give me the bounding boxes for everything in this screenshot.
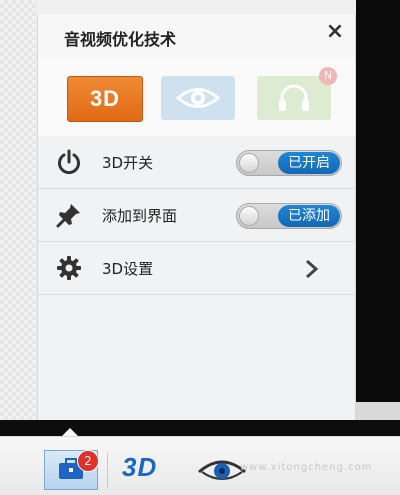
- notification-badge: 2: [77, 450, 99, 472]
- background-app-right: [356, 0, 400, 430]
- close-button[interactable]: ×: [323, 20, 347, 44]
- settings-list: 3D开关 已开启 添加到界面 已添加 3D设置: [38, 136, 355, 295]
- row-label: 3D设置: [102, 260, 154, 278]
- background-app-left: [0, 0, 37, 440]
- toggle-state-label: 已添加: [278, 205, 340, 227]
- headphones-icon: [279, 84, 309, 111]
- 3d-switch-toggle[interactable]: 已开启: [236, 150, 342, 176]
- eye-icon: [176, 88, 220, 108]
- gear-icon: [57, 256, 81, 280]
- taskbar-divider: [107, 452, 108, 488]
- row-3d-switch: 3D开关 已开启: [38, 136, 355, 189]
- power-icon: [58, 149, 80, 175]
- row-label: 添加到界面: [102, 207, 178, 225]
- row-3d-settings[interactable]: 3D设置: [38, 242, 355, 295]
- toggle-state-label: 已开启: [278, 152, 340, 174]
- toggle-knob: [239, 206, 259, 226]
- pin-icon: [56, 204, 80, 228]
- chevron-right-icon[interactable]: [302, 258, 322, 280]
- add-to-ui-toggle[interactable]: 已添加: [236, 203, 342, 229]
- 3d-icon: 3D: [89, 86, 121, 111]
- watermark: www.xitongcheng.com: [240, 462, 373, 473]
- tile-3d-button[interactable]: 3D: [67, 76, 143, 122]
- toggle-knob: [239, 153, 259, 173]
- tile-audio-button[interactable]: N: [257, 67, 337, 120]
- row-label: 3D开关: [102, 154, 154, 172]
- taskbar-3d-button[interactable]: 3D: [122, 452, 157, 488]
- background-band: [0, 420, 400, 436]
- popup-header: 音视频优化技术 ×: [38, 14, 355, 58]
- feature-tiles: 3D N: [38, 58, 355, 137]
- popup-title: 音视频优化技术: [64, 30, 177, 49]
- popup-pointer: [62, 428, 78, 436]
- row-add-to-ui: 添加到界面 已添加: [38, 189, 355, 242]
- tile-eye-button[interactable]: [161, 76, 235, 120]
- av-optimization-popup: 音视频优化技术 × 3D N 3D开关 已开启 添加到界面 已添加 3D设置: [37, 14, 356, 420]
- new-badge: N: [319, 67, 337, 85]
